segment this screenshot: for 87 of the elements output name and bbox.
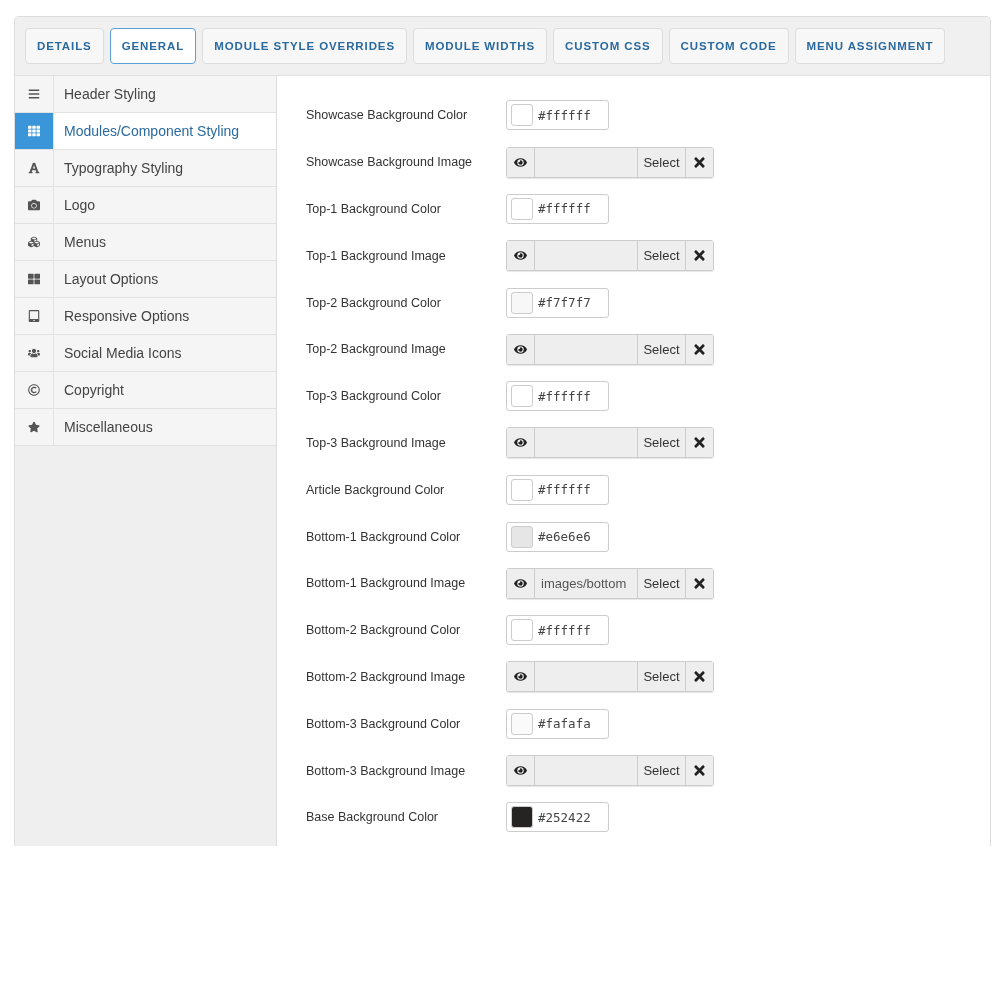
sidebar-item[interactable]: Modules/Component Styling: [15, 113, 276, 150]
sidebar-item[interactable]: Layout Options: [15, 261, 276, 298]
clear-button[interactable]: [686, 662, 713, 692]
eye-icon: [514, 155, 527, 169]
preview-button[interactable]: [507, 334, 535, 364]
clear-button[interactable]: [686, 147, 713, 177]
eye-icon: [514, 670, 527, 684]
field-label: Showcase Background Color: [306, 108, 469, 123]
clear-button[interactable]: [686, 241, 713, 271]
field-label: Top-3 Background Image: [306, 435, 447, 450]
users-icon: [28, 347, 40, 359]
field-label: Bottom-1 Background Color: [306, 529, 462, 544]
eye-icon: [514, 576, 527, 590]
select-button[interactable]: Select: [638, 334, 686, 364]
field-label: Top-1 Background Color: [306, 202, 442, 216]
color-field[interactable]: #e6e6e6: [506, 521, 609, 552]
field-label: Top-2 Background Image: [306, 342, 447, 357]
menu-icon: [28, 88, 40, 100]
sidebar-item[interactable]: Miscellaneous: [15, 409, 276, 446]
sidebar-item[interactable]: Copyright: [15, 372, 276, 409]
close-icon: [692, 763, 707, 779]
field-label: Top-1 Background Image: [306, 248, 447, 263]
color-field[interactable]: #ffffff: [506, 381, 609, 412]
field-label: Showcase Background Image: [306, 155, 474, 170]
select-button[interactable]: Select: [638, 568, 686, 598]
select-button[interactable]: Select: [638, 147, 686, 177]
field-label: Bottom-2 Background Image: [306, 669, 467, 684]
tab[interactable]: MODULE WIDTHS: [413, 28, 548, 64]
sidebar-item[interactable]: Social Media Icons: [15, 335, 276, 372]
copyright-icon: [28, 384, 40, 396]
sidebar-item[interactable]: Header Styling: [15, 76, 276, 113]
preview-button[interactable]: [507, 756, 535, 786]
letter-icon: [28, 162, 40, 174]
field-label: Bottom-1 Background Image: [306, 576, 467, 591]
tab[interactable]: CUSTOM CSS: [553, 28, 663, 64]
eye-icon: [514, 342, 527, 356]
preview-button[interactable]: [507, 662, 535, 692]
close-icon: [692, 248, 707, 264]
color-field[interactable]: #ffffff: [506, 194, 609, 224]
field-label: Bottom-3 Background Color: [306, 716, 462, 731]
star-icon: [28, 421, 40, 433]
preview-button[interactable]: [507, 241, 535, 271]
clear-button[interactable]: [686, 428, 713, 458]
select-button[interactable]: Select: [638, 756, 686, 786]
color-field[interactable]: #252422: [506, 802, 609, 833]
grid-icon: [28, 125, 40, 137]
tab[interactable]: DETAILS: [25, 28, 104, 64]
sidebar-item[interactable]: Typography Styling: [15, 150, 276, 187]
sidebar-item[interactable]: Responsive Options: [15, 298, 276, 335]
color-field[interactable]: #ffffff: [506, 100, 609, 131]
tab[interactable]: GENERAL: [109, 28, 197, 64]
tab[interactable]: CUSTOM CODE: [668, 28, 789, 64]
close-icon: [692, 154, 707, 170]
color-field[interactable]: #fafafa: [506, 708, 609, 739]
eye-icon: [514, 249, 527, 263]
eye-icon: [514, 764, 527, 778]
color-field[interactable]: #ffffff: [506, 615, 609, 646]
select-button[interactable]: Select: [638, 662, 686, 692]
close-icon: [692, 575, 707, 591]
field-label: Top-3 Background Color: [306, 389, 442, 404]
sidebar-item[interactable]: Logo: [15, 187, 276, 224]
preview-button[interactable]: [507, 147, 535, 177]
tab[interactable]: MODULE STYLE OVERRIDES: [202, 28, 407, 64]
close-icon: [692, 435, 707, 451]
preview-button[interactable]: [507, 428, 535, 458]
clear-button[interactable]: [686, 568, 713, 598]
close-icon: [692, 669, 707, 685]
clear-button[interactable]: [686, 334, 713, 364]
close-icon: [692, 341, 707, 357]
field-label: Base Background Color: [306, 810, 440, 825]
clear-button[interactable]: [686, 756, 713, 786]
tab[interactable]: MENU ASSIGNMENT: [794, 28, 946, 64]
camera-icon: [28, 199, 40, 211]
select-button[interactable]: Select: [638, 241, 686, 271]
cubes-icon: [28, 236, 40, 248]
field-label: Article Background Color: [306, 482, 446, 497]
select-button[interactable]: Select: [638, 428, 686, 458]
field-label: Top-2 Background Color: [306, 295, 442, 310]
tablet-icon: [28, 310, 40, 322]
tiles-icon: [28, 273, 40, 285]
preview-button[interactable]: [507, 568, 535, 598]
sidebar-item[interactable]: Menus: [15, 224, 276, 261]
field-label: Bottom-3 Background Image: [306, 763, 467, 778]
color-field[interactable]: #ffffff: [506, 474, 609, 505]
eye-icon: [514, 436, 527, 450]
field-label: Bottom-2 Background Color: [306, 623, 462, 638]
color-field[interactable]: #f7f7f7: [506, 287, 609, 318]
